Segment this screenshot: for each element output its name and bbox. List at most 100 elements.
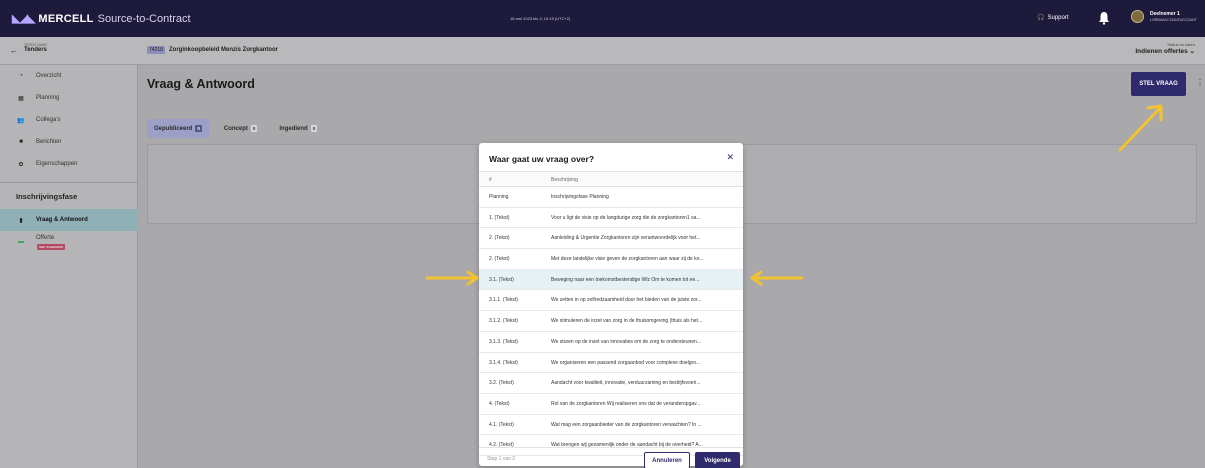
sidebar-item-label: Offerte bbox=[36, 235, 55, 241]
row-number: 3.2. (Tekst) bbox=[489, 380, 514, 387]
sidebar-item-overzicht[interactable]: ◔ Overzicht bbox=[0, 65, 138, 87]
support-label: Support bbox=[1047, 14, 1069, 21]
table-row[interactable]: 3.1.3. (Tekst) We sturen op de inzet van … bbox=[479, 332, 743, 353]
row-description: We sturen op de inzet van innovaties om … bbox=[551, 338, 701, 345]
offer-icon: ▬ bbox=[18, 239, 24, 245]
session-info: 18 aml 2023 bis 3, 10:15 (UTC+2) bbox=[510, 16, 571, 21]
sidebar-item-label: Vraag & Antwoord bbox=[36, 217, 88, 223]
row-number: 3.1.2. (Tekst) bbox=[489, 318, 518, 325]
sidebar-item-label: Collega's bbox=[36, 117, 61, 123]
qa-tabs: Gepubliceerd 0 Concept 0 Ingediend 0 bbox=[147, 119, 324, 138]
row-description: We organiseren een passend zorgaanbod vo… bbox=[551, 359, 701, 366]
annotation-arrow-icon bbox=[425, 270, 479, 286]
people-icon: 👥 bbox=[17, 117, 25, 124]
sidebar-item-collegas[interactable]: 👥 Collega's bbox=[0, 109, 138, 131]
sidebar-item-label: Eigenschappen bbox=[36, 161, 78, 167]
message-icon: ■ bbox=[19, 139, 23, 145]
calendar-icon: ▦ bbox=[18, 95, 24, 102]
next-button[interactable]: Volgende bbox=[695, 452, 740, 468]
user-menu[interactable]: Deelnemer 1 LOREMACCOUNTACCOUNT bbox=[1131, 10, 1197, 23]
status-badge: NIET INGEDIEND bbox=[37, 244, 66, 250]
sidebar: ◔ Overzicht ▦ Planning 👥 Collega's ■ Ber… bbox=[0, 65, 138, 468]
question-topic-dialog: Waar gaat uw vraag over? ✕ # Beschrijvin… bbox=[479, 143, 743, 468]
row-number: Planning bbox=[489, 194, 509, 200]
table-row[interactable]: 4. (Tekst) Rol van de zorgkantoren Wij re… bbox=[479, 394, 743, 415]
row-description: Aanleiding & Urgentie Zorgkantoren zijn … bbox=[551, 235, 701, 242]
mercell-logo[interactable]: ◣◢◣ MERCELL Source-to-Contract bbox=[12, 12, 191, 26]
row-number: 2. (Tekst) bbox=[489, 235, 510, 242]
product-name: Source-to-Contract bbox=[97, 12, 191, 25]
ask-question-button[interactable]: STEL VRAAG bbox=[1131, 72, 1186, 96]
top-bar: ◣◢◣ MERCELL Source-to-Contract 18 aml 20… bbox=[0, 0, 1205, 37]
back-arrow-icon[interactable]: ← bbox=[10, 46, 18, 55]
column-header-number: # bbox=[489, 177, 492, 183]
brand-name: MERCELL bbox=[38, 12, 94, 25]
sidebar-item-vraag-antwoord[interactable]: ▮ Vraag & Antwoord bbox=[0, 209, 138, 231]
table-header: # Beschrijving bbox=[479, 171, 743, 187]
table-row[interactable]: 2. (Tekst) Met deze landelijke visie geve… bbox=[479, 249, 743, 270]
tab-count: 0 bbox=[250, 125, 258, 132]
sidebar-item-offerte[interactable]: ▬ Offerte NIET INGEDIEND bbox=[0, 231, 138, 253]
close-icon[interactable]: ✕ bbox=[726, 152, 734, 163]
row-description: We zetten in op zelfredzaamheid door het… bbox=[551, 297, 702, 304]
sidebar-item-label: Berichten bbox=[36, 139, 62, 145]
cancel-button[interactable]: Annuleren bbox=[644, 452, 690, 468]
tender-id-badge: 74218 bbox=[147, 46, 165, 54]
overview-icon: ◔ bbox=[19, 73, 23, 79]
row-description: We stimuleren de inzet van zorg in de th… bbox=[551, 318, 703, 325]
dialog-footer: Stap 1 van 2 Annuleren Volgende bbox=[479, 447, 743, 468]
page-title: Vraag & Antwoord bbox=[147, 77, 255, 91]
sidebar-section-title: Inschrijvingsfase bbox=[16, 192, 78, 201]
tender-header: ← TERUG NAAR Tenders 74218 Zorginkoopbel… bbox=[0, 37, 1205, 65]
table-row[interactable]: 2. (Tekst) Aanleiding & Urgentie Zorgkant… bbox=[479, 228, 743, 250]
row-description: Wat mag een zorgaanbieder van de zorgkan… bbox=[551, 421, 702, 428]
row-description: Beweging naar een toekomstbestendige Wlz… bbox=[551, 276, 700, 283]
table-row[interactable]: 3.2. (Tekst) Aandacht voor kwaliteit, inn… bbox=[479, 373, 743, 394]
row-number: 3.1.4. (Tekst) bbox=[489, 359, 518, 366]
mercell-logo-icon: ◣◢◣ bbox=[12, 13, 35, 25]
table-row[interactable]: 3.1.1. (Tekst) We zetten in op zelfredzaa… bbox=[479, 290, 743, 312]
row-description: Voor u ligt de visie op de langdurige zo… bbox=[551, 214, 701, 221]
back-to-tenders[interactable]: TERUG NAAR Tenders bbox=[24, 43, 47, 53]
tab-label: Gepubliceerd bbox=[154, 125, 193, 132]
tab-ingediend[interactable]: Ingediend 0 bbox=[272, 119, 324, 138]
tab-gepubliceerd[interactable]: Gepubliceerd 0 bbox=[147, 119, 209, 138]
sidebar-item-planning[interactable]: ▦ Planning bbox=[0, 87, 138, 109]
row-description: Rol van de zorgkantoren Wij realiseren o… bbox=[551, 400, 701, 407]
tender-title: Zorginkoopbeleid Menzis Zorgkantoor bbox=[169, 47, 279, 53]
tab-count: 0 bbox=[310, 125, 318, 132]
row-number: 3.1.3. (Tekst) bbox=[489, 338, 518, 345]
support-link[interactable]: 🎧 Support bbox=[1037, 14, 1069, 22]
annotation-arrow-icon bbox=[750, 270, 804, 286]
table-row[interactable]: 4.1. (Tekst) Wat mag een zorgaanbieder va… bbox=[479, 415, 743, 436]
status-dropdown[interactable]: Status en taken Indienen offertes ⌄ bbox=[1135, 42, 1195, 55]
sidebar-item-eigenschappen[interactable]: ✿ Eigenschappen bbox=[0, 153, 138, 175]
row-number: 4.1. (Tekst) bbox=[489, 421, 514, 428]
table-row[interactable]: Planning Inschrijvingsfase Planning bbox=[479, 187, 743, 208]
table-row[interactable]: 3.1.2. (Tekst) We stimuleren de inzet van… bbox=[479, 311, 743, 332]
tab-label: Concept bbox=[223, 125, 248, 132]
notification-bell-icon[interactable] bbox=[1098, 11, 1110, 25]
row-number: 1. (Tekst) bbox=[489, 214, 510, 221]
sidebar-item-label: Overzicht bbox=[36, 73, 62, 79]
row-description: Aandacht voor kwaliteit, innovatie, verd… bbox=[551, 380, 701, 387]
row-number: 2. (Tekst) bbox=[489, 256, 510, 263]
tab-count: 0 bbox=[195, 125, 202, 132]
row-description: Met deze landelijke visie geven de zorgk… bbox=[551, 256, 704, 263]
status-main-label: Indienen offertes bbox=[1135, 48, 1188, 55]
column-header-description: Beschrijving bbox=[551, 177, 578, 183]
sidebar-item-berichten[interactable]: ■ Berichten bbox=[0, 131, 138, 153]
table-row-highlighted[interactable]: 3.1. (Tekst) Beweging naar een toekomstbe… bbox=[479, 269, 743, 291]
gear-icon: ✿ bbox=[18, 161, 24, 168]
annotation-arrow-icon bbox=[1118, 104, 1163, 152]
row-number: 3.1.1. (Tekst) bbox=[489, 297, 518, 304]
tab-concept[interactable]: Concept 0 bbox=[217, 119, 265, 138]
qa-icon: ▮ bbox=[19, 217, 23, 224]
more-options-icon[interactable]: ⋮ bbox=[1196, 78, 1204, 87]
row-number: 4. (Tekst) bbox=[489, 400, 510, 407]
headset-icon: 🎧 bbox=[1037, 15, 1045, 21]
dialog-title: Waar gaat uw vraag over? bbox=[489, 154, 595, 164]
table-row[interactable]: 3.1.4. (Tekst) We organiseren een passend… bbox=[479, 353, 743, 374]
user-name: Deelnemer 1 bbox=[1150, 11, 1180, 17]
table-row[interactable]: 1. (Tekst) Voor u ligt de visie op de lan… bbox=[479, 208, 743, 229]
